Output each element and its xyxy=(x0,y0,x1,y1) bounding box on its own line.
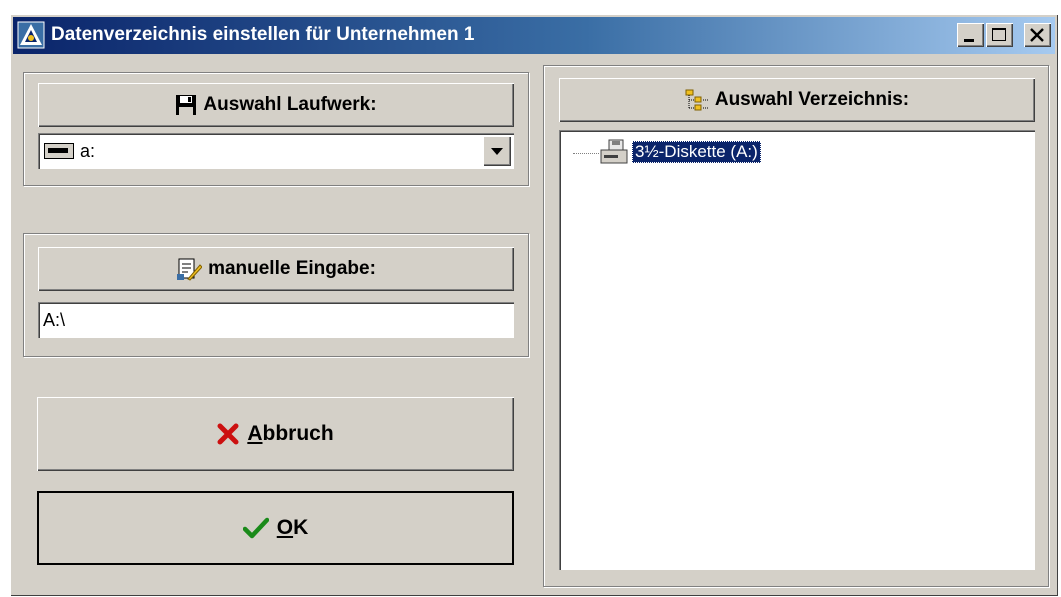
drive-group: Auswahl Laufwerk: a: xyxy=(23,72,529,186)
manual-entry-header-label: manuelle Eingabe: xyxy=(208,258,376,279)
dialog-window: Datenverzeichnis einstellen für Unterneh… xyxy=(10,14,1058,596)
drive-header-button[interactable]: Auswahl Laufwerk: xyxy=(38,83,514,127)
path-input-value: A:\ xyxy=(43,310,66,330)
drive-select[interactable]: a: xyxy=(38,133,514,169)
ok-button-label: OK xyxy=(276,516,309,539)
floppy-drive-icon xyxy=(599,139,629,165)
maximize-icon xyxy=(992,28,1006,41)
chevron-down-icon xyxy=(491,148,503,155)
tree-connector xyxy=(573,152,599,154)
tree-item[interactable]: 3½-Diskette (A:) xyxy=(573,138,761,166)
maximize-button[interactable] xyxy=(986,23,1013,47)
window-title: Datenverzeichnis einstellen für Unterneh… xyxy=(51,24,475,45)
close-button[interactable] xyxy=(1024,23,1051,47)
drive-select-value: a: xyxy=(80,141,96,161)
minimize-icon xyxy=(964,39,974,42)
directory-group: Auswahl Verzeichnis: 3½-Diskette (A:) xyxy=(543,65,1049,587)
directory-header-button[interactable]: Auswahl Verzeichnis: xyxy=(559,78,1035,122)
close-icon xyxy=(1030,28,1044,42)
app-icon xyxy=(17,21,45,49)
ok-button[interactable]: OK xyxy=(37,491,514,565)
cancel-button[interactable]: Abbruch xyxy=(37,397,514,471)
drive-icon xyxy=(44,143,74,164)
path-input[interactable]: A:\ xyxy=(38,302,514,338)
manual-entry-group: manuelle Eingabe: A:\ xyxy=(23,233,529,357)
tree-view-icon xyxy=(685,89,709,111)
red-x-icon xyxy=(217,423,239,445)
dropdown-button[interactable] xyxy=(483,136,511,166)
minimize-button[interactable] xyxy=(957,23,984,47)
floppy-disk-icon xyxy=(175,94,197,116)
cancel-button-label: Abbruch xyxy=(247,422,334,445)
title-bar[interactable]: Datenverzeichnis einstellen für Unterneh… xyxy=(13,17,1055,54)
drive-header-label: Auswahl Laufwerk: xyxy=(203,94,377,115)
manual-entry-header-button[interactable]: manuelle Eingabe: xyxy=(38,247,514,291)
tree-item-label: 3½-Diskette (A:) xyxy=(632,141,761,163)
document-edit-icon xyxy=(176,257,203,281)
green-checkmark-icon xyxy=(242,517,269,539)
directory-tree[interactable]: 3½-Diskette (A:) xyxy=(559,130,1035,570)
directory-header-label: Auswahl Verzeichnis: xyxy=(714,89,910,110)
